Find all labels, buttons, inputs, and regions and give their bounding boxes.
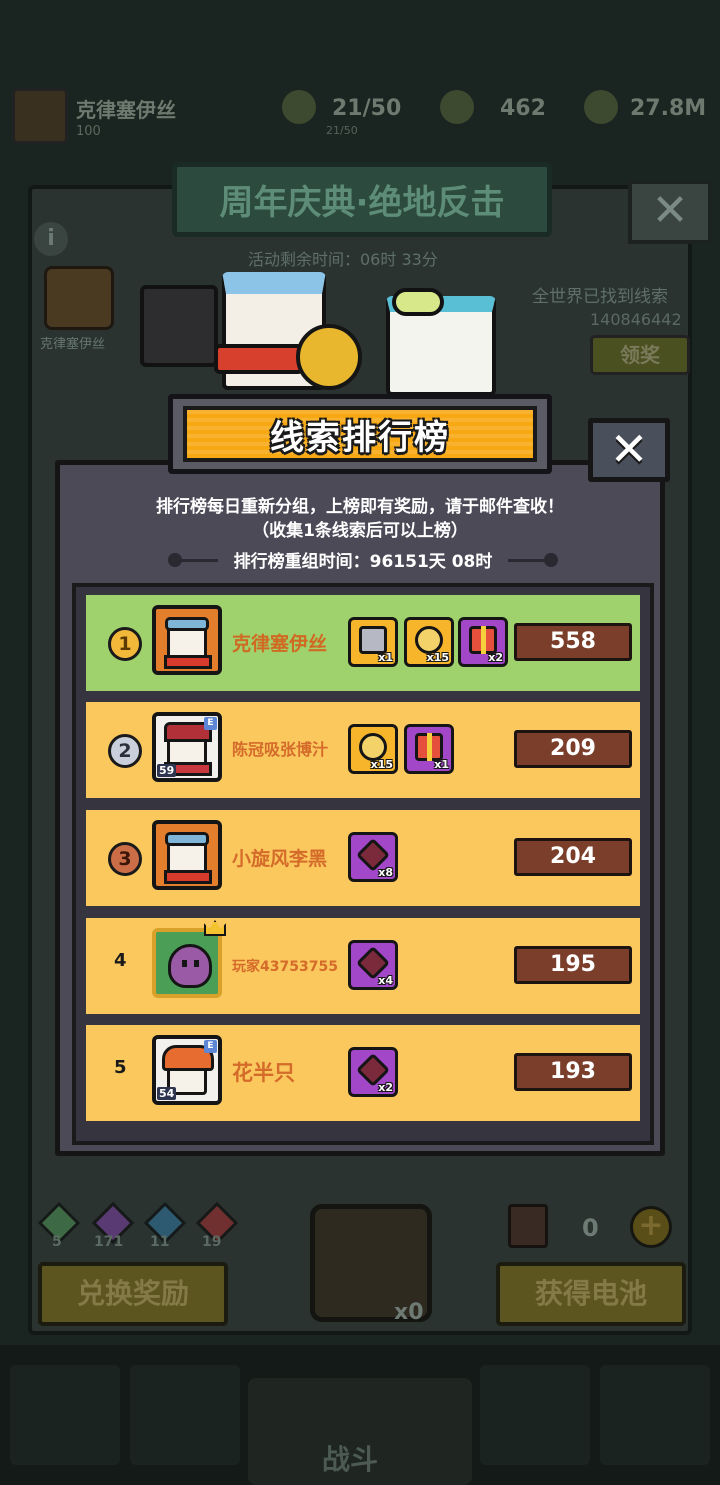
info-icon[interactable]: i: [34, 222, 68, 256]
leaderboard-title: 线索排行榜: [270, 417, 450, 458]
nav-battle-label: 战斗: [322, 1443, 379, 1476]
clue-score: 195: [514, 946, 632, 984]
player-name: 小旋风李黑: [232, 848, 328, 870]
player-name: 花半只: [232, 1061, 295, 1085]
nav-guild-tab[interactable]: [480, 1365, 590, 1465]
reward-qty: x1: [378, 651, 393, 664]
ranking-row[interactable]: 1 克律塞伊丝 x1 x15 x2 558: [86, 595, 640, 691]
reward-qty: x8: [378, 866, 393, 879]
nav-shop-tab[interactable]: [10, 1365, 120, 1465]
energy-value: 21/50: [332, 96, 402, 121]
ranking-row[interactable]: 5 54 E 花半只 x2 193: [86, 1025, 640, 1121]
player-name: 克律塞伊丝: [76, 98, 176, 122]
nav-hero-tab[interactable]: [130, 1365, 240, 1465]
avatar-level: 54: [157, 1087, 177, 1100]
avatar: 59 E: [152, 712, 222, 782]
character-goggles: [392, 288, 444, 316]
ranking-row[interactable]: 3 小旋风李黑 x8 204: [86, 810, 640, 906]
energy-sub-value: 21/50: [326, 124, 358, 137]
player-name: 陈冠吸张博汁: [232, 740, 329, 759]
reward-qty: x4: [378, 974, 393, 987]
rank-medal-bronze: 3: [108, 842, 142, 876]
avatar: [152, 605, 222, 675]
gift-reward-icon[interactable]: x1: [404, 724, 454, 774]
clue-score: 204: [514, 838, 632, 876]
rank-medal-silver: 2: [108, 734, 142, 768]
player-name: 玩家43753755: [232, 959, 338, 975]
crown-icon: [204, 920, 226, 936]
avatar-badge: E: [204, 717, 217, 730]
coin-currency-value: 27.8M: [630, 96, 707, 121]
clue-score: 558: [514, 623, 632, 661]
world-found-count: 140846442: [590, 310, 682, 329]
reward-qty: x1: [434, 758, 449, 771]
clue-score: 209: [514, 730, 632, 768]
purple-gem-count: 171: [94, 1234, 124, 1250]
gem-currency-icon: [440, 90, 474, 124]
close-button[interactable]: ✕: [588, 418, 670, 482]
top-status-bar: 克律塞伊丝 100 21/50 21/50 462 27.8M: [0, 80, 720, 144]
green-gem-count: 5: [52, 1234, 62, 1250]
rank-medal-gold: 1: [108, 627, 142, 661]
character-scarf: [214, 344, 304, 374]
reset-timer: 排行榜重组时间：96151天 08时: [168, 547, 558, 573]
event-title-board: 周年庆典·绝地反击: [172, 162, 552, 237]
coin-currency-icon: [584, 90, 618, 124]
rank-number: 5: [114, 1057, 127, 1078]
exchange-reward-button[interactable]: 兑换奖励: [38, 1262, 228, 1326]
battery-count: 0: [582, 1214, 599, 1242]
add-battery-button[interactable]: +: [630, 1206, 672, 1248]
description-line-2: （收集1条线索后可以上榜）: [252, 521, 468, 541]
reward-qty: x15: [370, 758, 393, 771]
player-level: 100: [76, 124, 101, 139]
reset-timer-text: 排行榜重组时间：96151天 08时: [233, 552, 493, 572]
get-battery-button[interactable]: 获得电池: [496, 1262, 686, 1326]
gift-reward-icon[interactable]: x2: [458, 617, 508, 667]
ranking-list: 1 克律塞伊丝 x1 x15 x2 558 2 59 E 陈冠吸张博汁 x15 …: [72, 583, 654, 1145]
leaderboard-description: 排行榜每日重新分组，上榜即有奖励，请于邮件查收！ （收集1条线索后可以上榜）: [60, 495, 660, 543]
avatar-level: 59: [157, 764, 177, 777]
reward-qty: x2: [488, 651, 503, 664]
event-close-button[interactable]: ✕: [628, 180, 712, 244]
event-player-avatar: [44, 266, 114, 330]
coin-reward-icon[interactable]: x15: [348, 724, 398, 774]
clue-score: 193: [514, 1053, 632, 1091]
event-player-name: 克律塞伊丝: [40, 337, 106, 352]
gem-currency-value: 462: [500, 96, 546, 121]
avatar: [152, 928, 222, 998]
event-timer: 活动剩余时间：06时 33分: [248, 250, 438, 269]
clue-piece-reward-icon[interactable]: x2: [348, 1047, 398, 1097]
avatar: [152, 820, 222, 890]
battery-icon: [508, 1204, 548, 1248]
leaderboard-modal: 排行榜每日重新分组，上榜即有奖励，请于邮件查收！ （收集1条线索后可以上榜） 排…: [55, 460, 665, 1156]
ranking-row[interactable]: 2 59 E 陈冠吸张博汁 x15 x1 209: [86, 702, 640, 798]
player-name: 克律塞伊丝: [232, 633, 328, 655]
claim-button[interactable]: 领奖: [590, 335, 690, 375]
event-title: 周年庆典·绝地反击: [219, 183, 505, 223]
character-detective-left: [140, 285, 218, 367]
red-gem-count: 19: [202, 1234, 222, 1250]
blue-gem-count: 11: [150, 1234, 170, 1250]
reward-qty: x15: [426, 651, 449, 664]
energy-icon: [282, 90, 316, 124]
leaderboard-header: 线索排行榜: [168, 394, 552, 474]
gem-counters: 5 171 11 19: [36, 1201, 276, 1258]
lock-count: x0: [394, 1300, 424, 1325]
nav-more-tab[interactable]: [600, 1365, 710, 1465]
crate-reward-icon[interactable]: x1: [348, 617, 398, 667]
description-line-1: 排行榜每日重新分组，上榜即有奖励，请于邮件查收！: [156, 497, 564, 517]
player-avatar[interactable]: [12, 88, 68, 144]
clue-piece-reward-icon[interactable]: x4: [348, 940, 398, 990]
clue-piece-reward-icon[interactable]: x8: [348, 832, 398, 882]
coin-reward-icon[interactable]: x15: [404, 617, 454, 667]
ranking-row[interactable]: 4 玩家43753755 x4 195: [86, 918, 640, 1014]
reward-qty: x2: [378, 1081, 393, 1094]
avatar-badge: E: [204, 1040, 217, 1053]
lightbulb-icon: [296, 324, 362, 390]
avatar: 54 E: [152, 1035, 222, 1105]
rank-number: 4: [114, 950, 127, 971]
world-found-label: 全世界已找到线索: [532, 287, 668, 307]
